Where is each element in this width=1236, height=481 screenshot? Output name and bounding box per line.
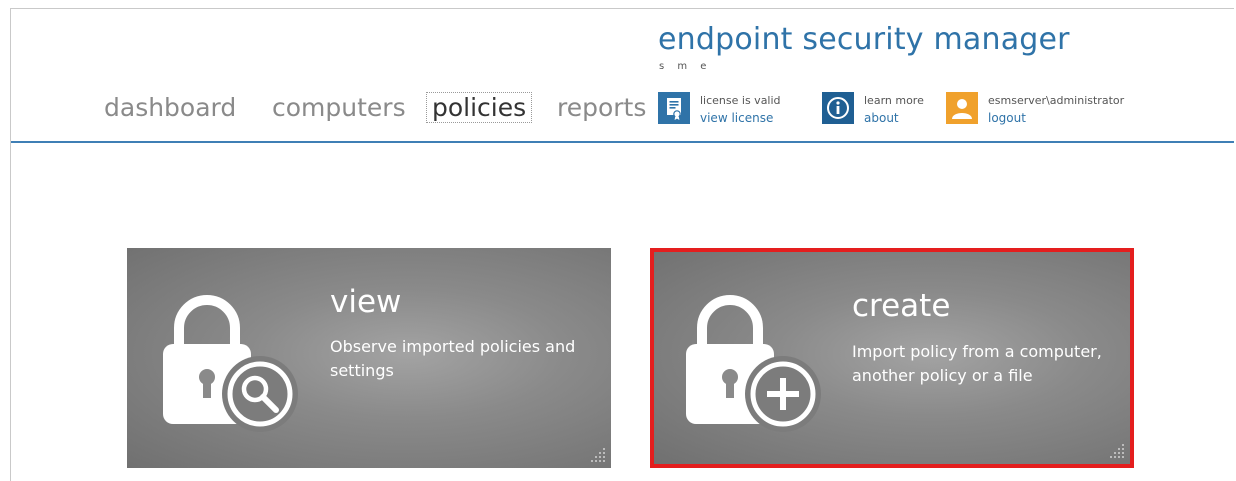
view-license-link[interactable]: view license (700, 111, 773, 125)
user-icon (946, 92, 978, 124)
app-subtitle: s m e (659, 61, 712, 72)
logout-link[interactable]: logout (988, 111, 1026, 125)
nav-policies[interactable]: policies (426, 92, 533, 123)
tile-title: create (852, 288, 951, 324)
lock-add-icon (680, 286, 825, 440)
create-policy-tile[interactable]: create Import policy from a computer, an… (650, 248, 1134, 468)
tile-title: view (330, 284, 402, 320)
about-link[interactable]: about (864, 111, 899, 125)
view-policies-tile[interactable]: view Observe imported policies and setti… (127, 248, 611, 468)
nav-dashboard[interactable]: dashboard (104, 93, 236, 122)
nav-reports[interactable]: reports (557, 93, 646, 122)
resize-grip-icon (1108, 442, 1126, 460)
header-divider (11, 141, 1234, 143)
tile-description: Observe imported policies and settings (330, 337, 576, 380)
info-icon[interactable] (822, 92, 854, 124)
license-status-text: license is valid (700, 94, 781, 107)
learn-more-text: learn more (864, 94, 924, 107)
resize-grip-icon (589, 446, 607, 464)
app-title: endpoint security manager (658, 22, 1070, 57)
username-text: esmserver\administrator (988, 94, 1125, 107)
nav-computers[interactable]: computers (272, 93, 406, 122)
tile-description: Import policy from a computer, another p… (852, 342, 1102, 385)
lock-search-icon (157, 286, 302, 440)
license-certificate-icon (658, 92, 690, 124)
